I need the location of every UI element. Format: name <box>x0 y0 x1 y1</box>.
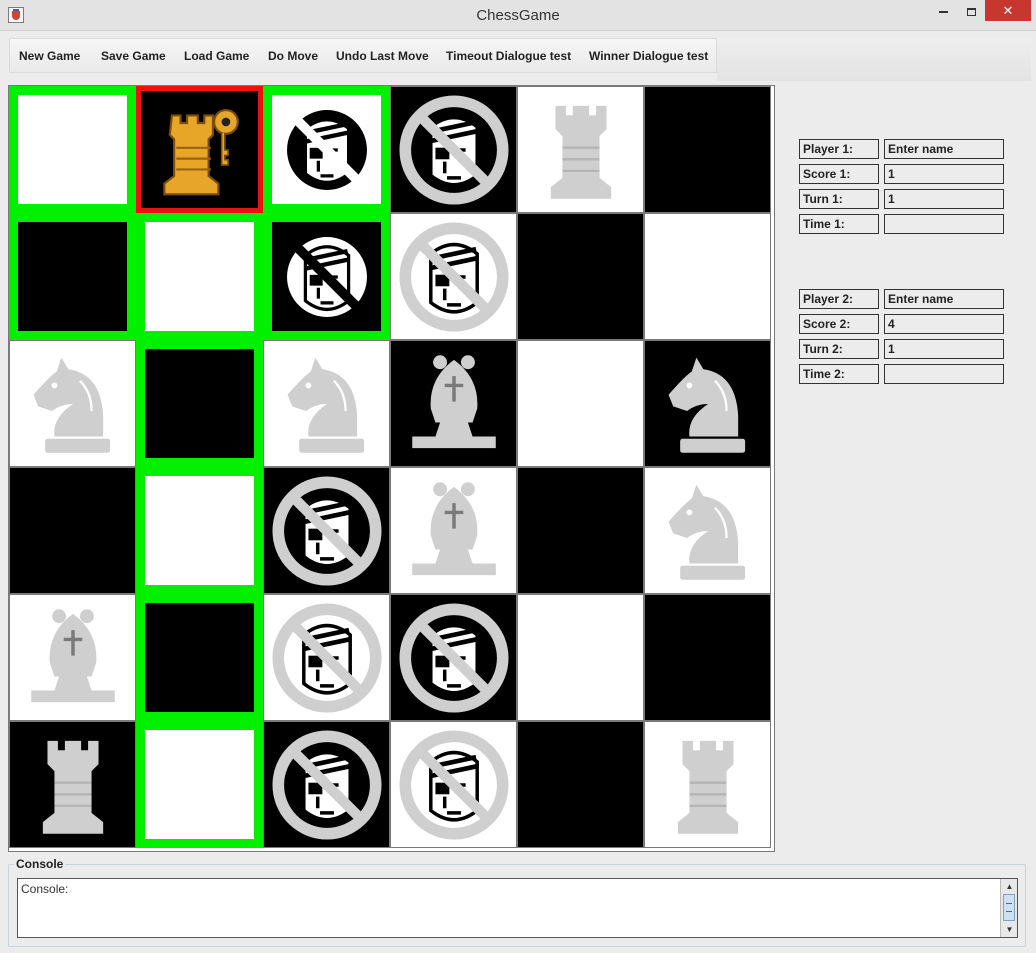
board-cell-r3-c5[interactable] <box>644 467 771 594</box>
toolbar: New Game Save Game Load Game Do Move Und… <box>9 38 717 73</box>
board-cell-r0-c2[interactable] <box>263 86 390 213</box>
close-button[interactable]: ✕ <box>985 0 1031 21</box>
board-cell-r2-c4[interactable] <box>517 340 644 467</box>
board-cell-r2-c2[interactable] <box>263 340 390 467</box>
winner-dialogue-test-button[interactable]: Winner Dialogue test <box>589 49 708 63</box>
board-cell-r0-c5[interactable] <box>644 86 771 213</box>
time1-label: Time 1: <box>799 214 879 234</box>
turn1-value: 1 <box>884 189 1004 209</box>
time2-label: Time 2: <box>799 364 879 384</box>
board-cell-r1-c1[interactable] <box>136 213 263 340</box>
board-cell-r4-c3[interactable] <box>390 594 517 721</box>
maximize-button[interactable] <box>958 0 984 21</box>
board-cell-r0-c4[interactable] <box>517 86 644 213</box>
turn2-value: 1 <box>884 339 1004 359</box>
board-cell-r4-c5[interactable] <box>644 594 771 721</box>
time2-value <box>884 364 1004 384</box>
board-cell-r3-c3[interactable] <box>390 467 517 594</box>
board-cell-r0-c0[interactable] <box>9 86 136 213</box>
title-bar: ChessGame ✕ <box>0 0 1036 31</box>
window-title: ChessGame <box>476 7 560 24</box>
board-cell-r5-c4[interactable] <box>517 721 644 848</box>
scroll-down-arrow-icon[interactable]: ▼ <box>1002 923 1017 936</box>
undo-last-move-button[interactable]: Undo Last Move <box>336 49 429 63</box>
score2-value: 4 <box>884 314 1004 334</box>
board-cell-r0-c1[interactable] <box>136 86 263 213</box>
board-cell-r3-c2[interactable] <box>263 467 390 594</box>
console-textarea[interactable]: Console: ▲ ▼ <box>17 878 1018 938</box>
board-cell-r3-c4[interactable] <box>517 467 644 594</box>
board-cell-r5-c5[interactable] <box>644 721 771 848</box>
score1-label: Score 1: <box>799 164 879 184</box>
board-cell-r4-c0[interactable] <box>9 594 136 721</box>
board-cell-r1-c0[interactable] <box>9 213 136 340</box>
turn2-label: Turn 2: <box>799 339 879 359</box>
player1-label: Player 1: <box>799 139 879 159</box>
score2-label: Score 2: <box>799 314 879 334</box>
minimize-button[interactable] <box>930 0 956 21</box>
board-cell-r4-c2[interactable] <box>263 594 390 721</box>
player2-label: Player 2: <box>799 289 879 309</box>
maximize-icon <box>966 7 976 16</box>
board-cell-r4-c4[interactable] <box>517 594 644 721</box>
board-cell-r1-c5[interactable] <box>644 213 771 340</box>
new-game-button[interactable]: New Game <box>19 49 80 63</box>
timeout-dialogue-test-button[interactable]: Timeout Dialogue test <box>446 49 571 63</box>
close-icon: ✕ <box>1002 3 1014 18</box>
board-cell-r2-c3[interactable] <box>390 340 517 467</box>
player2-name-field[interactable]: Enter name <box>884 289 1004 309</box>
chess-board <box>8 85 775 852</box>
board-cell-r1-c4[interactable] <box>517 213 644 340</box>
player1-name-field[interactable]: Enter name <box>884 139 1004 159</box>
board-cell-r4-c1[interactable] <box>136 594 263 721</box>
toolbar-background <box>717 38 1031 81</box>
scroll-up-arrow-icon[interactable]: ▲ <box>1002 880 1017 893</box>
board-cell-r5-c0[interactable] <box>9 721 136 848</box>
score1-value: 1 <box>884 164 1004 184</box>
time1-value <box>884 214 1004 234</box>
board-cell-r0-c3[interactable] <box>390 86 517 213</box>
board-cell-r2-c1[interactable] <box>136 340 263 467</box>
do-move-button[interactable]: Do Move <box>268 49 318 63</box>
minimize-icon <box>938 10 948 13</box>
save-game-button[interactable]: Save Game <box>101 49 166 63</box>
board-cell-r1-c2[interactable] <box>263 213 390 340</box>
board-cell-r5-c3[interactable] <box>390 721 517 848</box>
board-cell-r3-c0[interactable] <box>9 467 136 594</box>
console-scrollbar[interactable]: ▲ ▼ <box>1000 879 1017 937</box>
board-cell-r2-c5[interactable] <box>644 340 771 467</box>
load-game-button[interactable]: Load Game <box>184 49 249 63</box>
board-cell-r3-c1[interactable] <box>136 467 263 594</box>
board-cell-r5-c2[interactable] <box>263 721 390 848</box>
console-output: Console: <box>21 882 69 896</box>
board-cell-r2-c0[interactable] <box>9 340 136 467</box>
scroll-thumb[interactable] <box>1003 894 1015 921</box>
board-cell-r1-c3[interactable] <box>390 213 517 340</box>
console-title: Console <box>14 857 66 871</box>
board-cell-r5-c1[interactable] <box>136 721 263 848</box>
turn1-label: Turn 1: <box>799 189 879 209</box>
